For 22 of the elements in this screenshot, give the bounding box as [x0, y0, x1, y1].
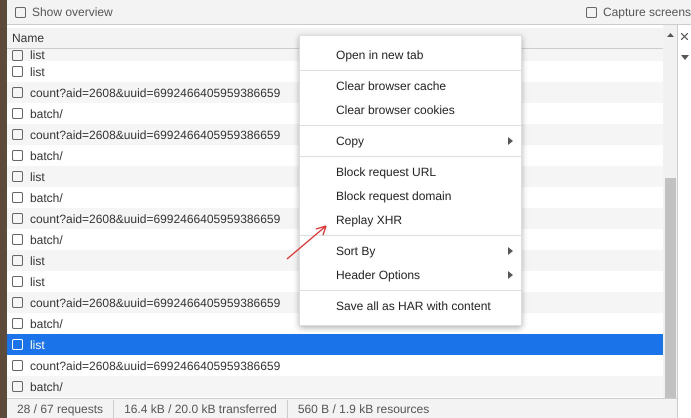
request-name: count?aid=2608&uuid=6992466405959386659: [30, 126, 280, 144]
status-text: 16.4 kB / 20.0 kB transferred: [113, 400, 287, 418]
request-name: count?aid=2608&uuid=6992466405959386659: [30, 358, 280, 374]
request-name: count?aid=2608&uuid=6992466405959386659: [30, 84, 280, 102]
request-name: list: [30, 252, 45, 270]
checkbox-label: Show overview: [32, 4, 113, 21]
request-name: count?aid=2608&uuid=6992466405959386659: [30, 294, 280, 312]
request-name: batch/: [30, 148, 63, 164]
request-name: count?aid=2608&uuid=6992466405959386659: [30, 210, 280, 228]
request-name: list: [30, 64, 45, 80]
status-text: 560 B / 1.9 kB resources: [286, 400, 440, 418]
request-name: list: [30, 336, 45, 354]
request-name: batch/: [30, 106, 63, 122]
request-name: batch/: [30, 232, 63, 248]
request-name: list: [30, 49, 45, 61]
request-name: batch/: [30, 316, 63, 332]
request-name: list: [30, 168, 45, 186]
request-name: batch/: [30, 378, 63, 396]
status-text: 28 / 67 requests: [16, 400, 104, 418]
checkbox-label: Capture screens: [602, 4, 691, 21]
request-name: list: [30, 274, 45, 290]
request-name: batch/: [30, 190, 63, 206]
